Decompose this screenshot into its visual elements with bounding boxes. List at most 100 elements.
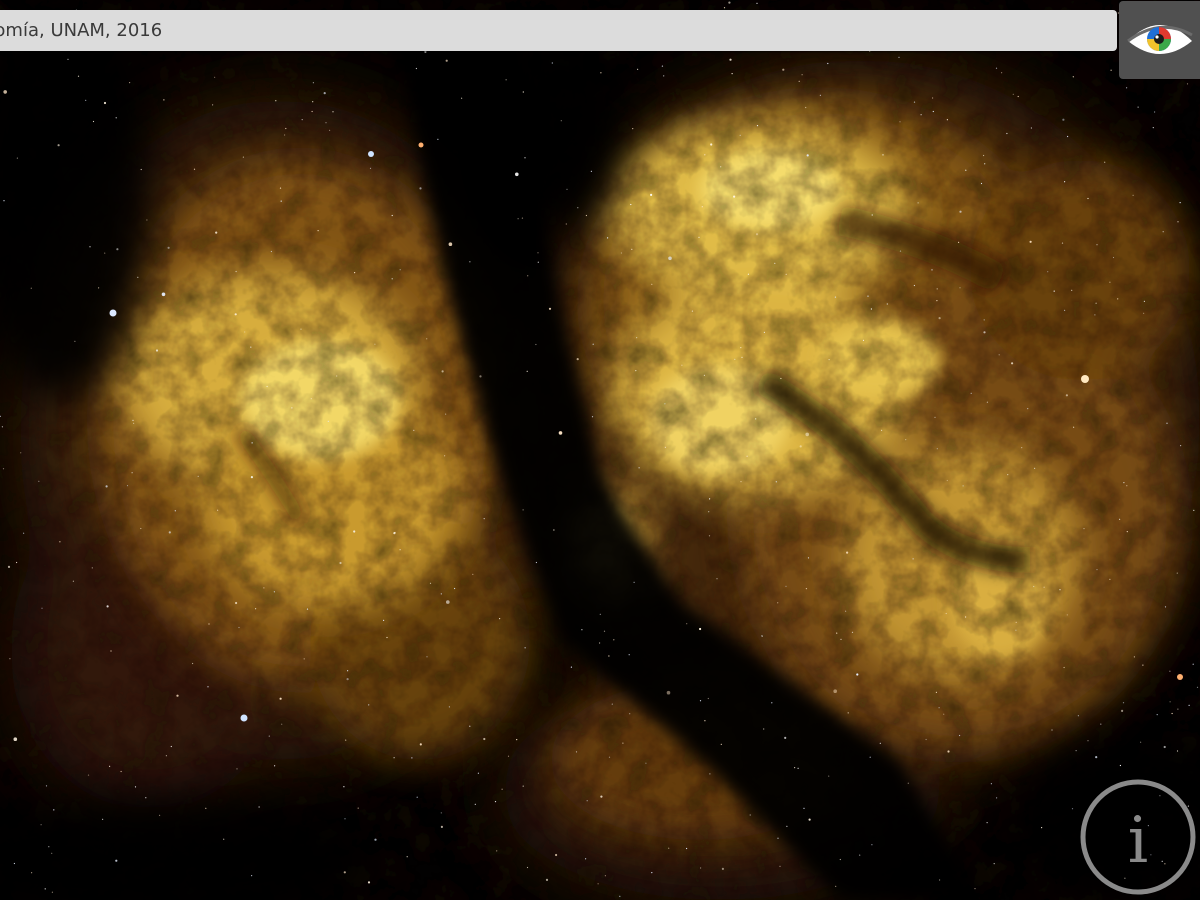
info-button[interactable]: i: [1079, 778, 1197, 896]
star: [300, 328, 302, 330]
star: [521, 217, 524, 219]
star: [635, 370, 637, 372]
star: [279, 187, 282, 189]
star: [699, 700, 702, 702]
star: [344, 818, 346, 820]
star: [1047, 271, 1049, 273]
star: [496, 850, 498, 852]
view-toggle-button[interactable]: [1119, 1, 1200, 79]
star: [1177, 221, 1179, 223]
star: [970, 392, 972, 394]
star: [1071, 808, 1074, 810]
star: [947, 750, 950, 753]
star: [89, 246, 91, 248]
star: [1011, 362, 1014, 365]
star: [898, 56, 900, 58]
star: [591, 416, 594, 418]
star: [959, 210, 962, 213]
star: [20, 452, 22, 454]
star: [806, 154, 809, 157]
star: [268, 735, 270, 737]
star: [441, 370, 444, 373]
star: [234, 313, 237, 316]
star: [440, 593, 442, 595]
star: [266, 385, 268, 388]
star: [526, 866, 529, 869]
star: [993, 863, 995, 865]
star: [1043, 586, 1045, 588]
star: [469, 725, 471, 727]
star: [343, 871, 346, 874]
star: [1029, 240, 1032, 243]
star: [212, 104, 214, 106]
star: [1180, 445, 1182, 447]
star: [59, 541, 61, 543]
star: [1021, 447, 1023, 449]
star: [426, 656, 428, 658]
star: [1176, 750, 1179, 752]
star: [907, 782, 909, 784]
star: [72, 580, 74, 582]
star: [444, 455, 446, 457]
star: [637, 68, 639, 70]
star: [1126, 531, 1128, 533]
star: [1087, 740, 1089, 742]
star: [1059, 589, 1061, 591]
star: [16, 157, 18, 159]
star: [560, 120, 562, 122]
star: [1033, 585, 1035, 588]
star: [1132, 194, 1134, 196]
star: [980, 182, 983, 185]
star: [899, 250, 902, 252]
star: [165, 755, 167, 757]
star: [1119, 764, 1121, 767]
star: [13, 862, 15, 865]
star: [548, 307, 552, 310]
star: [193, 168, 196, 170]
star: [168, 531, 171, 534]
star: [661, 65, 664, 67]
star: [109, 765, 111, 767]
star: [116, 248, 119, 251]
star: [3, 90, 7, 94]
star: [391, 214, 393, 217]
star: [840, 638, 842, 641]
star: [1075, 750, 1077, 752]
star: [310, 398, 312, 400]
star: [1071, 289, 1073, 291]
star: [805, 588, 808, 590]
star: [1034, 467, 1036, 469]
star: [740, 347, 742, 349]
star: [756, 2, 758, 4]
star: [235, 270, 237, 273]
star: [576, 358, 579, 361]
star: [51, 891, 54, 893]
star: [785, 273, 787, 275]
star: [280, 200, 282, 202]
star: [250, 476, 253, 479]
star: [879, 742, 881, 744]
star: [681, 364, 683, 366]
star: [828, 359, 830, 361]
star: [374, 343, 376, 345]
star: [834, 296, 837, 298]
star: [323, 92, 326, 95]
star: [974, 888, 976, 890]
star: [1067, 135, 1069, 138]
star: [1109, 578, 1111, 581]
star: [1119, 518, 1121, 520]
star: [1096, 244, 1098, 246]
image-viewer[interactable]: onomía, UNAM, 2016 i: [0, 0, 1200, 900]
star: [23, 532, 25, 534]
star: [7, 565, 11, 569]
star: [936, 288, 938, 290]
star: [238, 626, 240, 629]
star: [881, 429, 883, 431]
star: [585, 214, 588, 217]
star: [599, 613, 601, 615]
star: [1100, 723, 1102, 725]
star: [651, 872, 653, 874]
star: [126, 485, 129, 487]
star: [339, 561, 342, 565]
star: [780, 377, 782, 380]
